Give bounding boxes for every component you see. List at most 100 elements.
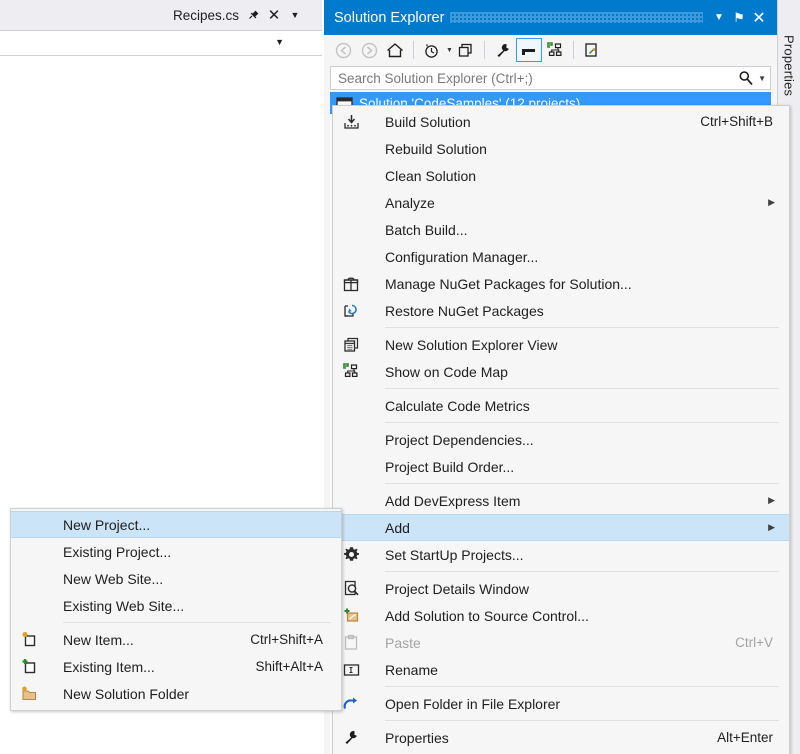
editor-navigation-bar: ▼	[0, 31, 322, 56]
menu-item-existing-item[interactable]: Existing Item... Shift+Alt+A	[11, 653, 341, 680]
menu-item-show-on-code-map[interactable]: Show on Code Map	[333, 358, 789, 385]
menu-item-label: Paste	[385, 634, 421, 651]
menu-item-shortcut: Ctrl+Shift+A	[250, 632, 323, 647]
menu-item-rename[interactable]: Rename	[333, 656, 789, 683]
menu-item-shortcut: Ctrl+Shift+B	[700, 114, 773, 129]
no-icon	[333, 243, 369, 270]
menu-separator	[63, 622, 331, 623]
menu-item-label: Build Solution	[385, 113, 471, 130]
pin-icon[interactable]	[246, 8, 260, 22]
no-icon	[333, 216, 369, 243]
new-view-icon	[333, 331, 369, 358]
chevron-down-icon[interactable]: ▼	[288, 8, 302, 22]
toolbar-separator	[483, 41, 485, 59]
menu-item-manage-nuget-packages[interactable]: Manage NuGet Packages for Solution...	[333, 270, 789, 297]
menu-item-configuration-manager[interactable]: Configuration Manager...	[333, 243, 789, 270]
chevron-down-icon[interactable]: ▼	[756, 74, 766, 83]
chevron-down-icon[interactable]: ▼	[446, 47, 453, 54]
pin-button[interactable]: ⚑	[729, 7, 749, 29]
menu-item-project-build-order[interactable]: Project Build Order...	[333, 453, 789, 480]
menu-item-calculate-code-metrics[interactable]: Calculate Code Metrics	[333, 392, 789, 419]
clock-icon[interactable]	[419, 38, 445, 62]
new-item-icon	[11, 626, 47, 653]
menu-item-label: Clean Solution	[385, 167, 477, 184]
solution-explorer-title-bar: Solution Explorer ▼ ⚑ ✕	[324, 0, 777, 35]
menu-item-add[interactable]: Add ▶	[333, 514, 789, 541]
menu-item-open-folder-in-file-explorer[interactable]: Open Folder in File Explorer	[333, 690, 789, 717]
search-icon[interactable]	[738, 70, 754, 86]
menu-item-label: Add	[385, 519, 410, 536]
menu-item-label: New Web Site...	[63, 570, 164, 587]
no-icon	[333, 453, 369, 480]
windows-stack-icon[interactable]	[453, 38, 479, 62]
menu-separator	[385, 483, 779, 484]
editor-tab-recipes[interactable]: Recipes.cs ✕ ▼	[168, 0, 306, 30]
no-icon	[333, 189, 369, 216]
menu-item-new-solution-explorer-view[interactable]: New Solution Explorer View	[333, 331, 789, 358]
menu-item-label: Set StartUp Projects...	[385, 546, 524, 563]
menu-separator	[385, 388, 779, 389]
wrench-icon	[333, 724, 369, 751]
menu-item-label: Batch Build...	[385, 221, 468, 238]
show-all-files-icon[interactable]	[579, 38, 605, 62]
title-drag-dots	[450, 12, 703, 23]
no-icon	[11, 592, 47, 619]
menu-item-label: Open Folder in File Explorer	[385, 695, 561, 712]
menu-item-paste[interactable]: Paste Ctrl+V	[333, 629, 789, 656]
add-submenu[interactable]: New Project... Existing Project... New W…	[10, 508, 342, 711]
menu-separator	[385, 720, 779, 721]
menu-item-new-web-site[interactable]: New Web Site...	[11, 565, 341, 592]
toolbar-separator	[413, 41, 414, 59]
menu-item-shortcut: Ctrl+V	[735, 635, 773, 650]
menu-separator	[385, 686, 779, 687]
window-menu-button[interactable]: ▼	[709, 7, 729, 29]
menu-item-label: Restore NuGet Packages	[385, 302, 544, 319]
menu-item-new-item[interactable]: New Item... Ctrl+Shift+A	[11, 626, 341, 653]
menu-item-build-solution[interactable]: Build Solution Ctrl+Shift+B	[333, 108, 789, 135]
chevron-down-icon[interactable]: ▼	[275, 37, 284, 47]
menu-item-add-solution-to-source-control[interactable]: Add Solution to Source Control...	[333, 602, 789, 629]
solution-explorer-toolbar: ▼	[324, 35, 777, 65]
wrench-icon[interactable]	[490, 38, 516, 62]
menu-item-properties[interactable]: Properties Alt+Enter	[333, 724, 789, 751]
forward-arrow-icon[interactable]	[356, 38, 382, 62]
menu-item-new-project[interactable]: New Project...	[11, 511, 341, 538]
menu-item-label: Project Build Order...	[385, 458, 515, 475]
menu-item-label: Rebuild Solution	[385, 140, 487, 157]
menu-item-analyze[interactable]: Analyze ▶	[333, 189, 789, 216]
menu-item-existing-project[interactable]: Existing Project...	[11, 538, 341, 565]
menu-item-batch-build[interactable]: Batch Build...	[333, 216, 789, 243]
menu-item-add-devexpress-item[interactable]: Add DevExpress Item ▶	[333, 487, 789, 514]
menu-item-label: New Solution Folder	[63, 685, 190, 702]
solution-context-menu[interactable]: Build Solution Ctrl+Shift+B Rebuild Solu…	[332, 105, 790, 754]
code-map-icon[interactable]	[542, 38, 568, 62]
menu-item-rebuild-solution[interactable]: Rebuild Solution	[333, 135, 789, 162]
search-input[interactable]: Search Solution Explorer (Ctrl+;) ▼	[330, 66, 771, 90]
menu-item-shortcut: Shift+Alt+A	[255, 659, 323, 674]
menu-item-new-solution-folder[interactable]: New Solution Folder	[11, 680, 341, 707]
restore-nuget-icon	[333, 297, 369, 324]
submenu-arrow-icon: ▶	[768, 495, 775, 505]
nuget-icon	[333, 270, 369, 297]
visual-studio-window: Recipes.cs ✕ ▼ ▼ Solution Explorer ▼ ⚑ ✕…	[0, 0, 800, 754]
menu-item-restore-nuget-packages[interactable]: Restore NuGet Packages	[333, 297, 789, 324]
menu-item-label: Analyze	[385, 194, 435, 211]
menu-separator	[385, 422, 779, 423]
properties-tab-label: Properties	[781, 35, 797, 97]
menu-item-clean-solution[interactable]: Clean Solution	[333, 162, 789, 189]
no-icon	[333, 426, 369, 453]
menu-item-project-details-window[interactable]: Project Details Window	[333, 575, 789, 602]
menu-item-project-dependencies[interactable]: Project Dependencies...	[333, 426, 789, 453]
collapse-icon[interactable]	[515, 38, 542, 62]
menu-item-label: New Project...	[63, 516, 151, 533]
menu-item-label: Configuration Manager...	[385, 248, 539, 265]
close-icon[interactable]: ✕	[267, 8, 281, 23]
submenu-arrow-icon: ▶	[768, 522, 775, 532]
menu-item-label: Rename	[385, 661, 438, 678]
menu-item-existing-web-site[interactable]: Existing Web Site...	[11, 592, 341, 619]
menu-item-set-startup-projects[interactable]: Set StartUp Projects...	[333, 541, 789, 568]
back-arrow-icon[interactable]	[330, 38, 356, 62]
close-button[interactable]: ✕	[749, 7, 769, 29]
home-icon[interactable]	[382, 38, 408, 62]
menu-item-label: New Solution Explorer View	[385, 336, 558, 353]
